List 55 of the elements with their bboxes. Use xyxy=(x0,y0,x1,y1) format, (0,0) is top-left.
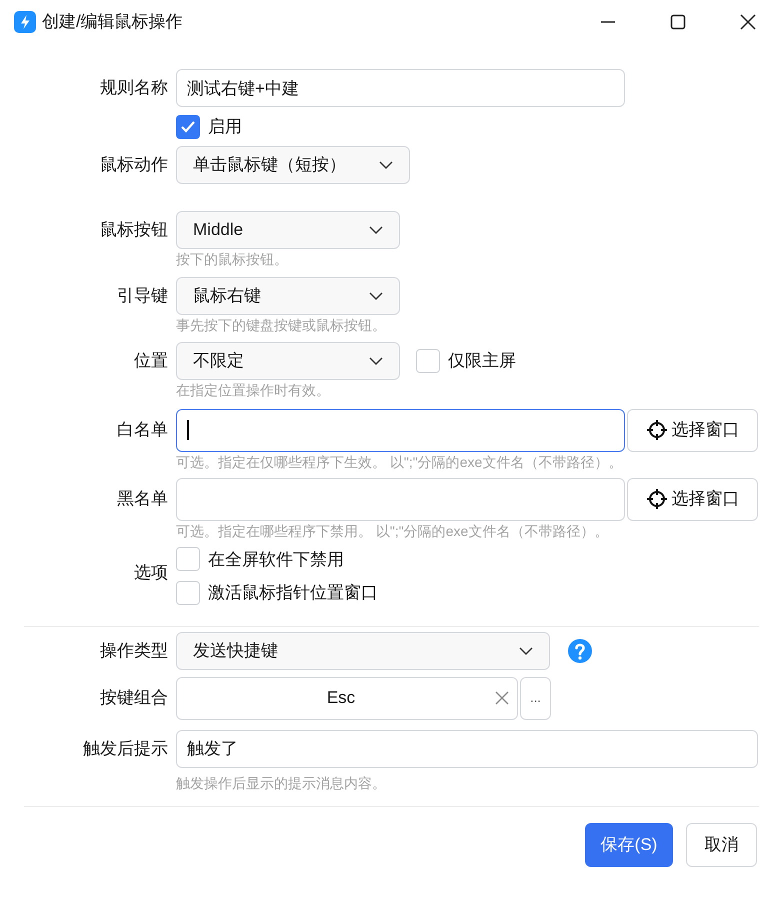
checkbox-label: 启用 xyxy=(208,116,242,138)
field-label: 位置 xyxy=(134,350,168,372)
help-icon xyxy=(568,638,592,662)
chevron-down-icon xyxy=(369,356,383,364)
dropdown[interactable]: 不限定 xyxy=(176,342,400,380)
input-field[interactable]: 触发了 xyxy=(176,730,758,768)
minimize-icon xyxy=(600,21,616,23)
field-label: 触发后提示 xyxy=(83,738,168,760)
text-cursor xyxy=(187,420,189,440)
hint-text: 按下的鼠标按钮。 xyxy=(176,250,289,268)
hint-text: 触发操作后显示的提示消息内容。 xyxy=(176,774,387,792)
field-label: 操作类型 xyxy=(100,640,168,662)
dropdown[interactable]: 鼠标右键 xyxy=(176,276,400,314)
app-logo-icon xyxy=(14,11,36,33)
crosshair-icon xyxy=(646,488,668,510)
dropdown[interactable]: 单击鼠标键（短按） xyxy=(176,146,410,184)
select-window-button[interactable]: 选择窗口 xyxy=(627,408,758,452)
field-label: 引导键 xyxy=(117,284,168,306)
save-button[interactable]: 保存(S) xyxy=(585,822,673,866)
maximize-icon xyxy=(670,14,686,30)
hotkey-field[interactable]: Esc xyxy=(176,676,518,720)
field-label: 黑名单 xyxy=(117,488,168,510)
field-label: 规则名称 xyxy=(100,77,168,99)
input-field[interactable]: 测试右键+中建 xyxy=(176,69,625,107)
checkbox-label: 激活鼠标指针位置窗口 xyxy=(208,582,378,604)
dropdown[interactable]: 发送快捷键 xyxy=(176,632,550,670)
hint-text: 可选。指定在哪些程序下禁用。 以";"分隔的exe文件名（不带路径）。 xyxy=(176,522,610,540)
cancel-button[interactable]: 取消 xyxy=(686,822,757,866)
checkbox-label: 在全屏软件下禁用 xyxy=(208,548,344,570)
input-field[interactable] xyxy=(176,408,625,452)
chevron-down-icon xyxy=(519,646,533,654)
window-title: 创建/编辑鼠标操作 xyxy=(42,11,183,34)
checkmark-icon xyxy=(180,119,196,134)
hint-text: 可选。指定在仅哪些程序下生效。 以";"分隔的exe文件名（不带路径）。 xyxy=(176,452,624,472)
field-label: 鼠标按钮 xyxy=(100,218,168,240)
field-label: 选项 xyxy=(134,562,168,584)
hint-text: 在指定位置操作时有效。 xyxy=(176,380,331,400)
field-label: 鼠标动作 xyxy=(100,154,168,176)
checkbox[interactable] xyxy=(416,348,440,372)
checkbox-label: 仅限主屏 xyxy=(448,350,516,372)
chevron-down-icon xyxy=(369,226,383,234)
checkbox[interactable] xyxy=(176,114,200,139)
dropdown[interactable]: Middle xyxy=(176,210,400,248)
crosshair-icon xyxy=(646,419,668,441)
hint-text: 事先按下的键盘按键或鼠标按钮。 xyxy=(176,316,387,334)
clear-icon xyxy=(495,691,509,705)
more-button[interactable]: ... xyxy=(520,676,551,720)
field-label: 按键组合 xyxy=(100,686,168,708)
close-icon xyxy=(740,14,756,30)
chevron-down-icon xyxy=(369,292,383,300)
field-label: 白名单 xyxy=(117,418,168,440)
select-window-button[interactable]: 选择窗口 xyxy=(627,478,758,520)
checkbox[interactable] xyxy=(176,547,200,572)
chevron-down-icon xyxy=(379,160,393,168)
checkbox[interactable] xyxy=(176,580,200,605)
